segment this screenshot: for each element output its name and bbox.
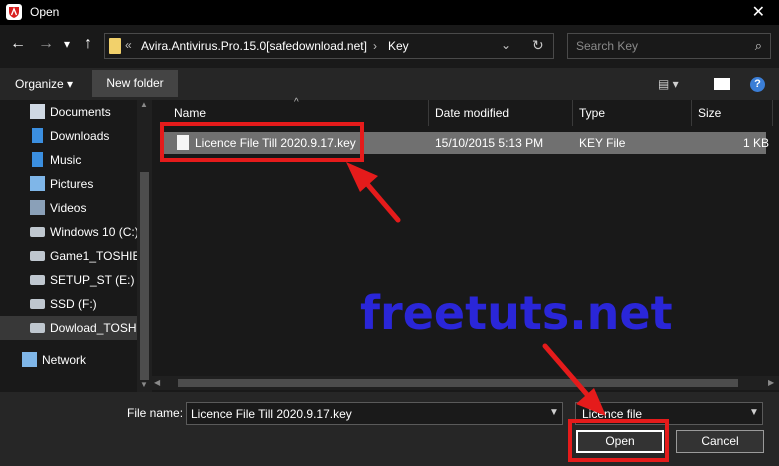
sort-ascending-icon: ^ (294, 97, 299, 108)
drive-icon (30, 251, 45, 261)
column-header-name[interactable]: Name (174, 106, 206, 120)
annotation-highlight-open (568, 419, 669, 462)
file-date-cell: 15/10/2015 5:13 PM (435, 136, 544, 150)
organize-menu-button[interactable]: Organize ▾ (15, 77, 73, 91)
address-bar[interactable]: « Avira.Antivirus.Pro.15.0[safedownload.… (104, 33, 554, 59)
forward-arrow-icon[interactable]: → (38, 35, 54, 53)
scroll-up-icon[interactable]: ▲ (140, 100, 148, 109)
sidebar-item[interactable]: SETUP_ST (E:) (0, 268, 137, 292)
sidebar-item[interactable]: Downloads (0, 124, 137, 148)
breadcrumb-item[interactable]: Key (388, 39, 409, 53)
drive-icon (30, 323, 45, 333)
column-header-date-modified[interactable]: Date modified (435, 106, 509, 120)
window-title: Open (30, 5, 60, 19)
column-divider[interactable] (572, 100, 573, 126)
navigation-bar: ← → ▾ ↑ « Avira.Antivirus.Pro.15.0[safed… (0, 25, 779, 68)
file-name-label: File name: (127, 406, 184, 420)
scroll-right-icon[interactable]: ▶ (768, 378, 774, 387)
cancel-button[interactable]: Cancel (676, 430, 764, 453)
pictures-icon (30, 176, 45, 191)
drive-icon (30, 275, 45, 285)
sidebar-item[interactable]: Videos (0, 196, 137, 220)
search-icon[interactable]: ⌕ (755, 38, 762, 54)
navigation-pane-scrollbar[interactable]: ▲ ▼ (137, 100, 152, 392)
breadcrumb-overflow-icon[interactable]: « (125, 38, 132, 52)
sidebar-item[interactable]: Music (0, 148, 137, 172)
sidebar-item[interactable]: Windows 10 (C:) (0, 220, 139, 244)
sidebar-item-label: Game1_TOSHIBA (50, 249, 149, 263)
sidebar-item[interactable]: Network (0, 348, 137, 372)
column-header-size[interactable]: Size (698, 106, 721, 120)
search-placeholder: Search Key (576, 39, 639, 53)
sidebar-item-label: Videos (50, 201, 87, 215)
view-options-icon[interactable]: ▤ ▾ (658, 77, 679, 91)
file-size-cell: 1 KB (743, 136, 770, 150)
back-arrow-icon[interactable]: ← (10, 35, 26, 53)
sidebar-item[interactable]: SSD (F:) (0, 292, 137, 316)
chevron-down-icon[interactable]: ▼ (549, 407, 559, 418)
sidebar-item-label: Windows 10 (C:) (50, 225, 139, 239)
sidebar-item-label: SSD (F:) (50, 297, 97, 311)
annotation-highlight-file (160, 122, 364, 162)
preview-pane-icon[interactable] (714, 78, 730, 90)
sidebar-item[interactable]: Pictures (0, 172, 137, 196)
sidebar-item-label: Pictures (50, 177, 94, 191)
recent-locations-chevron-icon[interactable]: ▾ (64, 37, 70, 51)
refresh-icon[interactable]: ↻ (532, 37, 544, 54)
sidebar-item-label: Music (50, 153, 82, 167)
up-arrow-icon[interactable]: ↑ (84, 35, 92, 53)
help-icon[interactable]: ? (750, 77, 765, 92)
command-bar: Organize ▾ New folder ▤ ▾ ? (0, 68, 779, 100)
navigation-pane: Documents Downloads Music Pictures Videos Win… (0, 100, 152, 392)
sidebar-item-label: Network (42, 353, 87, 367)
title-bar: Open ✕ (0, 0, 779, 25)
file-type-cell: KEY File (579, 136, 626, 150)
scroll-down-icon[interactable]: ▼ (140, 380, 148, 389)
network-icon (22, 352, 37, 367)
sidebar-item-label: Downloads (50, 129, 110, 143)
breadcrumb-item[interactable]: Avira.Antivirus.Pro.15.0[safedownload.ne… (141, 39, 367, 53)
documents-icon (30, 104, 45, 119)
sidebar-item-label: Dowload_TOSHIB (50, 321, 148, 335)
column-divider[interactable] (428, 100, 429, 126)
sidebar-item[interactable]: Dowload_TOSHIB (0, 316, 148, 340)
sidebar-item-label: SETUP_ST (E:) (50, 273, 135, 287)
scrollbar-thumb[interactable] (178, 379, 738, 387)
breadcrumb-separator-icon[interactable]: › (373, 39, 377, 53)
address-dropdown-icon[interactable]: ⌄ (501, 38, 511, 52)
column-divider[interactable] (691, 100, 692, 126)
avira-shield-icon (6, 4, 22, 20)
horizontal-scrollbar[interactable]: ◀ ▶ (152, 376, 779, 390)
column-header-type[interactable]: Type (579, 106, 605, 120)
close-icon[interactable]: ✕ (752, 2, 765, 22)
scrollbar-thumb[interactable] (140, 172, 149, 380)
watermark-text: freetuts.net (360, 286, 673, 340)
downloads-icon (32, 128, 43, 143)
music-icon (32, 152, 43, 167)
column-divider[interactable] (772, 100, 773, 126)
scroll-left-icon[interactable]: ◀ (154, 378, 160, 387)
sidebar-item-label: Documents (50, 105, 111, 119)
folder-icon (109, 38, 121, 54)
sidebar-item[interactable]: Documents (0, 100, 137, 124)
videos-icon (30, 200, 45, 215)
chevron-down-icon[interactable]: ▼ (749, 407, 759, 418)
file-name-field[interactable]: Licence File Till 2020.9.17.key (186, 402, 563, 425)
search-input[interactable]: Search Key ⌕ (567, 33, 771, 59)
drive-icon (30, 227, 45, 237)
new-folder-button[interactable]: New folder (92, 70, 178, 97)
drive-icon (30, 299, 45, 309)
sidebar-item[interactable]: Game1_TOSHIBA (0, 244, 148, 268)
